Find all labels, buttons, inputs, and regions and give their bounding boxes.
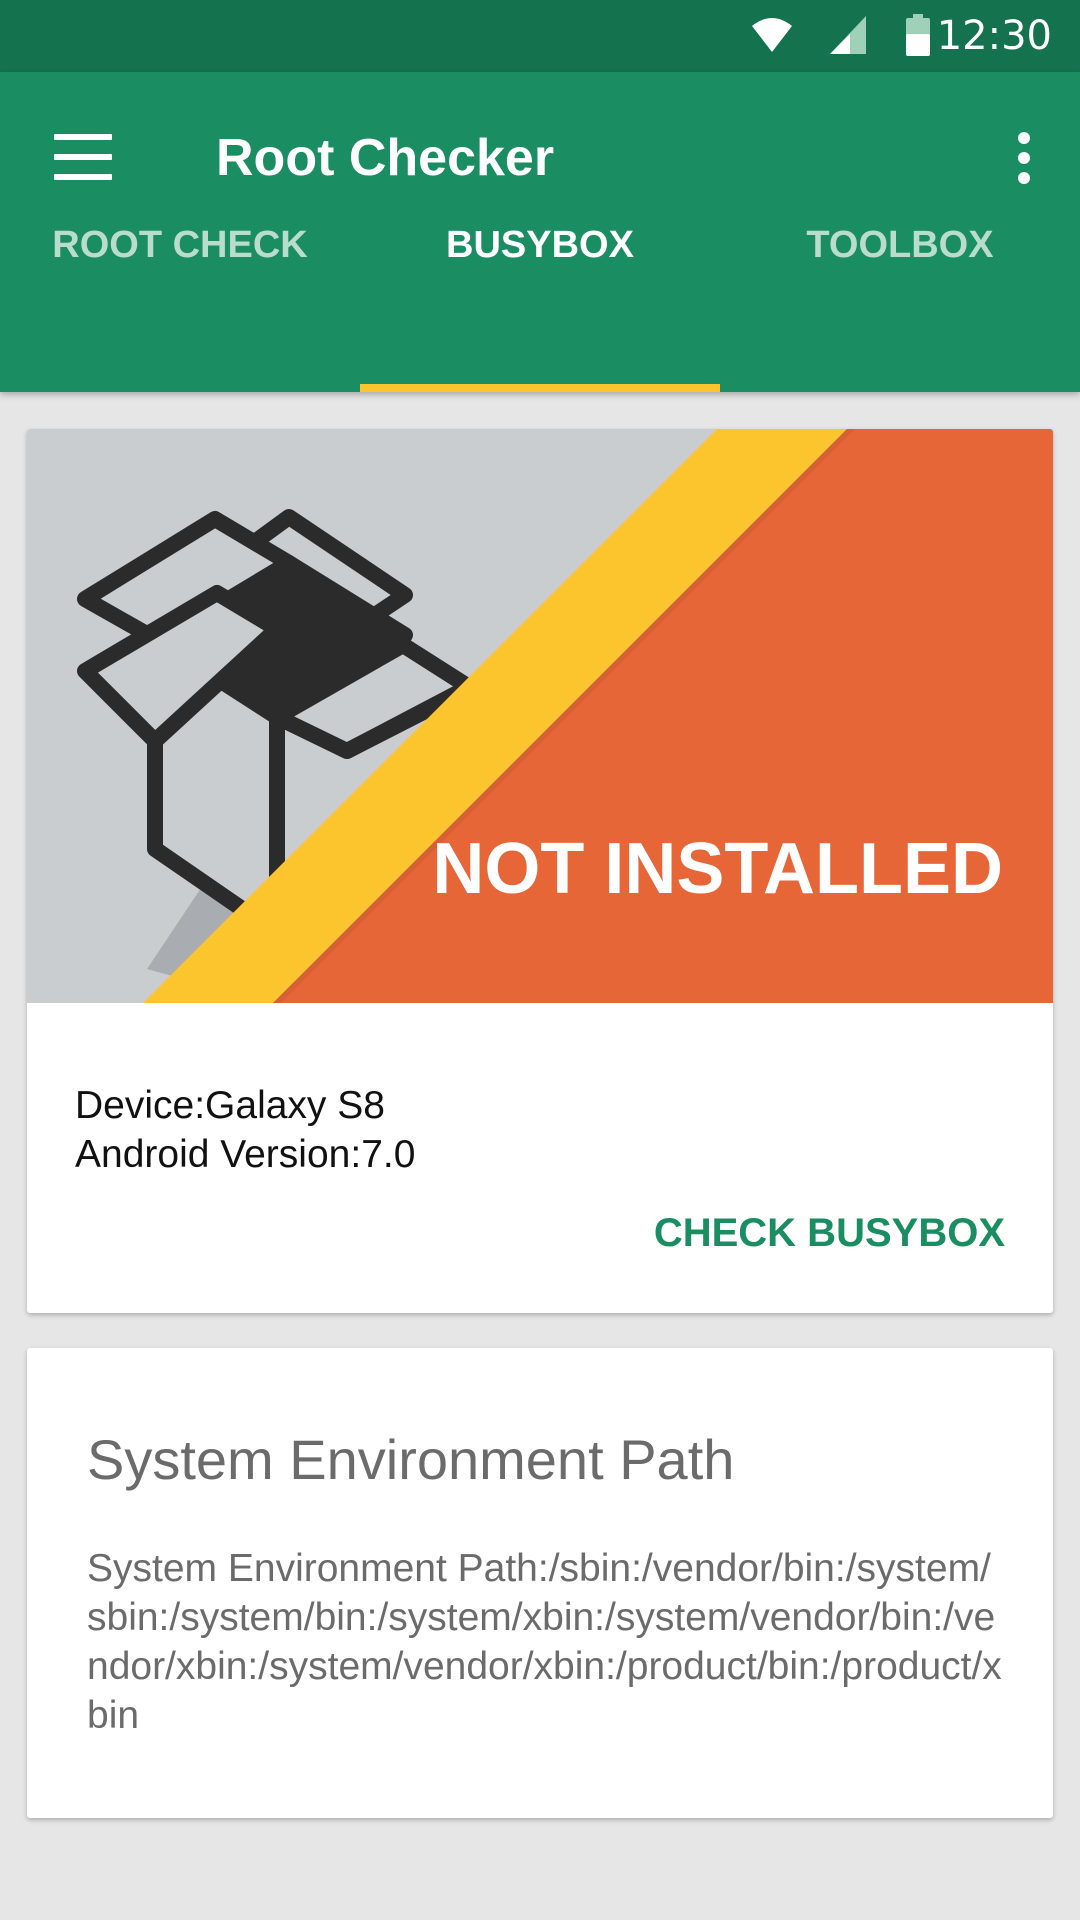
battery-icon xyxy=(906,14,930,56)
system-path-card: System Environment Path System Environme… xyxy=(27,1348,1053,1818)
section-title: System Environment Path xyxy=(87,1428,735,1491)
status-time: 12:30 xyxy=(936,13,1052,59)
device-line: Device:Galaxy S8 xyxy=(75,1081,415,1130)
hamburger-menu-icon[interactable] xyxy=(54,132,112,182)
tab-toolbox[interactable]: TOOLBOX xyxy=(720,190,1080,300)
system-path-text: System Environment Path:/sbin:/vendor/bi… xyxy=(87,1547,1002,1737)
install-status-label: NOT INSTALLED xyxy=(432,829,1003,909)
busybox-banner xyxy=(27,429,1053,1003)
android-version-value: 7.0 xyxy=(361,1133,416,1176)
status-bar: 12:30 xyxy=(0,0,1080,72)
device-label: Device: xyxy=(75,1084,206,1127)
android-version-label: Android Version: xyxy=(75,1133,362,1176)
tab-indicator xyxy=(360,384,720,392)
more-vert-icon[interactable] xyxy=(1004,130,1044,186)
device-value: Galaxy S8 xyxy=(205,1084,385,1127)
cell-signal-icon xyxy=(830,16,866,54)
device-info: Device:Galaxy S8 Android Version:7.0 xyxy=(75,1081,415,1179)
android-version-line: Android Version:7.0 xyxy=(75,1130,415,1179)
tab-root-check[interactable]: ROOT CHECK xyxy=(0,190,360,300)
tab-busybox[interactable]: BUSYBOX xyxy=(360,190,720,300)
busybox-status-card: NOT INSTALLED Device:Galaxy S8 Android V… xyxy=(27,429,1053,1313)
check-busybox-button[interactable]: CHECK BUSYBOX xyxy=(654,1209,1005,1257)
app-bar: Root Checker ROOT CHECK BUSYBOX TOOLBOX xyxy=(0,72,1080,392)
wifi-icon xyxy=(752,18,792,52)
app-title: Root Checker xyxy=(216,129,555,187)
